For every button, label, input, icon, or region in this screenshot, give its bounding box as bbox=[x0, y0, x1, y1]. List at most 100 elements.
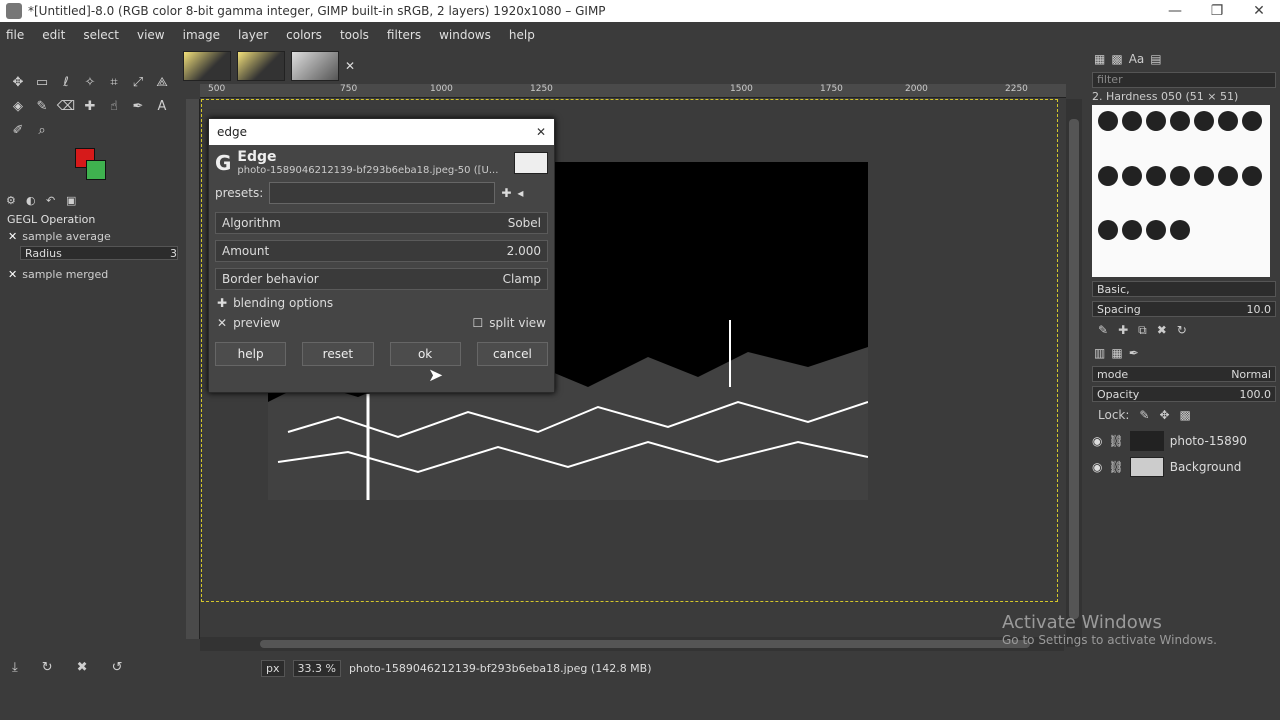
vertical-scrollbar[interactable] bbox=[1066, 99, 1082, 647]
brush-icon[interactable] bbox=[1194, 111, 1214, 131]
image-tab-1[interactable] bbox=[183, 51, 231, 81]
patterns-tab-icon[interactable]: ▩ bbox=[1111, 52, 1122, 66]
warp-icon[interactable]: ⟁ bbox=[150, 70, 174, 94]
brush-icon[interactable] bbox=[1218, 111, 1238, 131]
refresh-brushes-icon[interactable]: ↻ bbox=[1177, 323, 1187, 338]
menu-view[interactable]: view bbox=[137, 28, 165, 42]
text-tool-icon[interactable]: A bbox=[150, 94, 174, 118]
ok-button[interactable]: ok bbox=[389, 342, 461, 366]
menu-edit[interactable]: edit bbox=[42, 28, 65, 42]
cancel-button[interactable]: cancel bbox=[476, 342, 548, 366]
brush-icon[interactable] bbox=[1098, 165, 1118, 186]
opacity-slider[interactable]: Opacity 100.0 bbox=[1092, 386, 1276, 402]
paintbrush-icon[interactable]: ✎ bbox=[30, 94, 54, 118]
lock-alpha-icon[interactable]: ▩ bbox=[1180, 408, 1191, 422]
brush-icon[interactable] bbox=[1170, 111, 1190, 131]
zoom-icon[interactable]: ⌕ bbox=[30, 118, 54, 142]
brush-icon[interactable] bbox=[1146, 165, 1166, 186]
visibility-eye-icon[interactable]: ◉ bbox=[1092, 460, 1102, 474]
brush-icon[interactable] bbox=[1122, 220, 1142, 241]
delete-brush-icon[interactable]: ✖ bbox=[1157, 323, 1167, 338]
channels-tab-icon[interactable]: ▦ bbox=[1111, 346, 1122, 360]
menu-colors[interactable]: colors bbox=[286, 28, 322, 42]
scroll-thumb[interactable] bbox=[260, 640, 1030, 648]
color-picker-icon[interactable]: ✐ bbox=[6, 118, 30, 142]
lasso-icon[interactable]: ℓ bbox=[54, 70, 78, 94]
lock-pixels-icon[interactable]: ✎ bbox=[1139, 408, 1149, 422]
brush-icon[interactable] bbox=[1122, 111, 1142, 131]
menu-image[interactable]: image bbox=[183, 28, 220, 42]
close-window-button[interactable]: ✕ bbox=[1238, 3, 1280, 19]
horizontal-scrollbar[interactable] bbox=[200, 637, 1064, 651]
blending-options-toggle[interactable]: ✚ blending options bbox=[209, 290, 554, 310]
brush-icon[interactable] bbox=[1170, 165, 1190, 186]
brush-tag-select[interactable]: Basic, bbox=[1092, 281, 1276, 297]
unit-select[interactable]: px bbox=[261, 659, 285, 677]
brushes-tab-icon[interactable]: ▦ bbox=[1094, 52, 1105, 66]
layer-row[interactable]: ◉ ⛓ photo-15890 bbox=[1092, 428, 1276, 454]
edit-brush-icon[interactable]: ✎ bbox=[1098, 323, 1108, 338]
layer-row[interactable]: ◉ ⛓ Background bbox=[1092, 454, 1276, 480]
delete-options-icon[interactable]: ✖ bbox=[77, 660, 88, 675]
lock-position-icon[interactable]: ✥ bbox=[1159, 408, 1169, 422]
amount-slider[interactable]: Amount 2.000 bbox=[215, 240, 548, 262]
duplicate-brush-icon[interactable]: ⧉ bbox=[1138, 323, 1147, 338]
menu-help[interactable]: help bbox=[509, 28, 535, 42]
brush-icon[interactable] bbox=[1218, 165, 1238, 186]
sample-merged-toggle[interactable]: ✕ sample merged bbox=[8, 268, 108, 281]
crop-icon[interactable]: ⌗ bbox=[102, 70, 126, 94]
brush-icon[interactable] bbox=[1122, 165, 1142, 186]
help-button[interactable]: help bbox=[215, 342, 287, 366]
layers-tab-icon[interactable]: ▥ bbox=[1094, 346, 1105, 360]
maximize-button[interactable]: ❐ bbox=[1196, 3, 1238, 19]
smudge-icon[interactable]: ☝ bbox=[102, 94, 126, 118]
presets-select[interactable] bbox=[269, 182, 496, 204]
expander-icon[interactable]: ✚ bbox=[217, 296, 227, 310]
menu-filters[interactable]: filters bbox=[387, 28, 421, 42]
brush-icon[interactable] bbox=[1242, 165, 1262, 186]
spacing-slider[interactable]: Spacing 10.0 bbox=[1092, 301, 1276, 317]
checkbox-icon[interactable]: ✕ bbox=[8, 230, 17, 243]
reset-button[interactable]: reset bbox=[302, 342, 374, 366]
fuzzy-select-icon[interactable]: ✧ bbox=[78, 70, 102, 94]
brush-icon[interactable] bbox=[1170, 220, 1190, 241]
menu-layer[interactable]: layer bbox=[238, 28, 268, 42]
document-history-tab-icon[interactable]: ▤ bbox=[1150, 52, 1161, 66]
close-tab-icon[interactable]: ✕ bbox=[345, 59, 355, 73]
border-behavior-select[interactable]: Border behavior Clamp bbox=[215, 268, 548, 290]
new-brush-icon[interactable]: ✚ bbox=[1118, 323, 1128, 338]
eraser-icon[interactable]: ⌫ bbox=[54, 94, 78, 118]
move-tool-icon[interactable]: ✥ bbox=[6, 70, 30, 94]
color-swatches[interactable] bbox=[72, 148, 116, 184]
visibility-eye-icon[interactable]: ◉ bbox=[1092, 434, 1102, 448]
paths-icon[interactable]: ✒ bbox=[126, 94, 150, 118]
tool-options-tab-icon[interactable]: ⚙ bbox=[6, 194, 20, 208]
add-preset-icon[interactable]: ✚ bbox=[501, 186, 511, 200]
bucket-fill-icon[interactable]: ◈ bbox=[6, 94, 30, 118]
menu-windows[interactable]: windows bbox=[439, 28, 491, 42]
fonts-tab-icon[interactable]: Aa bbox=[1129, 52, 1145, 66]
chain-icon[interactable]: ⛓ bbox=[1108, 434, 1123, 448]
brush-grid[interactable] bbox=[1092, 105, 1270, 277]
save-options-icon[interactable]: ⤓ bbox=[12, 660, 18, 675]
split-view-checkbox-icon[interactable]: ☐ bbox=[473, 316, 484, 330]
brush-icon[interactable] bbox=[1146, 111, 1166, 131]
zoom-select[interactable]: 33.3 % bbox=[292, 659, 341, 677]
menu-file[interactable]: file bbox=[6, 28, 24, 42]
algorithm-select[interactable]: Algorithm Sobel bbox=[215, 212, 548, 234]
images-tab-icon[interactable]: ▣ bbox=[66, 194, 80, 208]
reset-options-icon[interactable]: ↺ bbox=[112, 660, 123, 675]
device-status-tab-icon[interactable]: ◐ bbox=[26, 194, 40, 208]
minimize-button[interactable]: — bbox=[1154, 3, 1196, 19]
paths-tab-icon[interactable]: ✒ bbox=[1129, 346, 1139, 360]
image-tab-3[interactable] bbox=[291, 51, 339, 81]
rect-select-icon[interactable]: ▭ bbox=[30, 70, 54, 94]
scroll-thumb[interactable] bbox=[1069, 119, 1079, 619]
menu-tools[interactable]: tools bbox=[340, 28, 369, 42]
background-color[interactable] bbox=[86, 160, 106, 180]
radius-field[interactable]: Radius 3 bbox=[20, 246, 178, 260]
preview-checkbox-icon[interactable]: ✕ bbox=[217, 316, 227, 330]
menu-select[interactable]: select bbox=[83, 28, 119, 42]
transform-icon[interactable]: ⤢ bbox=[126, 70, 150, 94]
brush-icon[interactable] bbox=[1242, 111, 1262, 131]
